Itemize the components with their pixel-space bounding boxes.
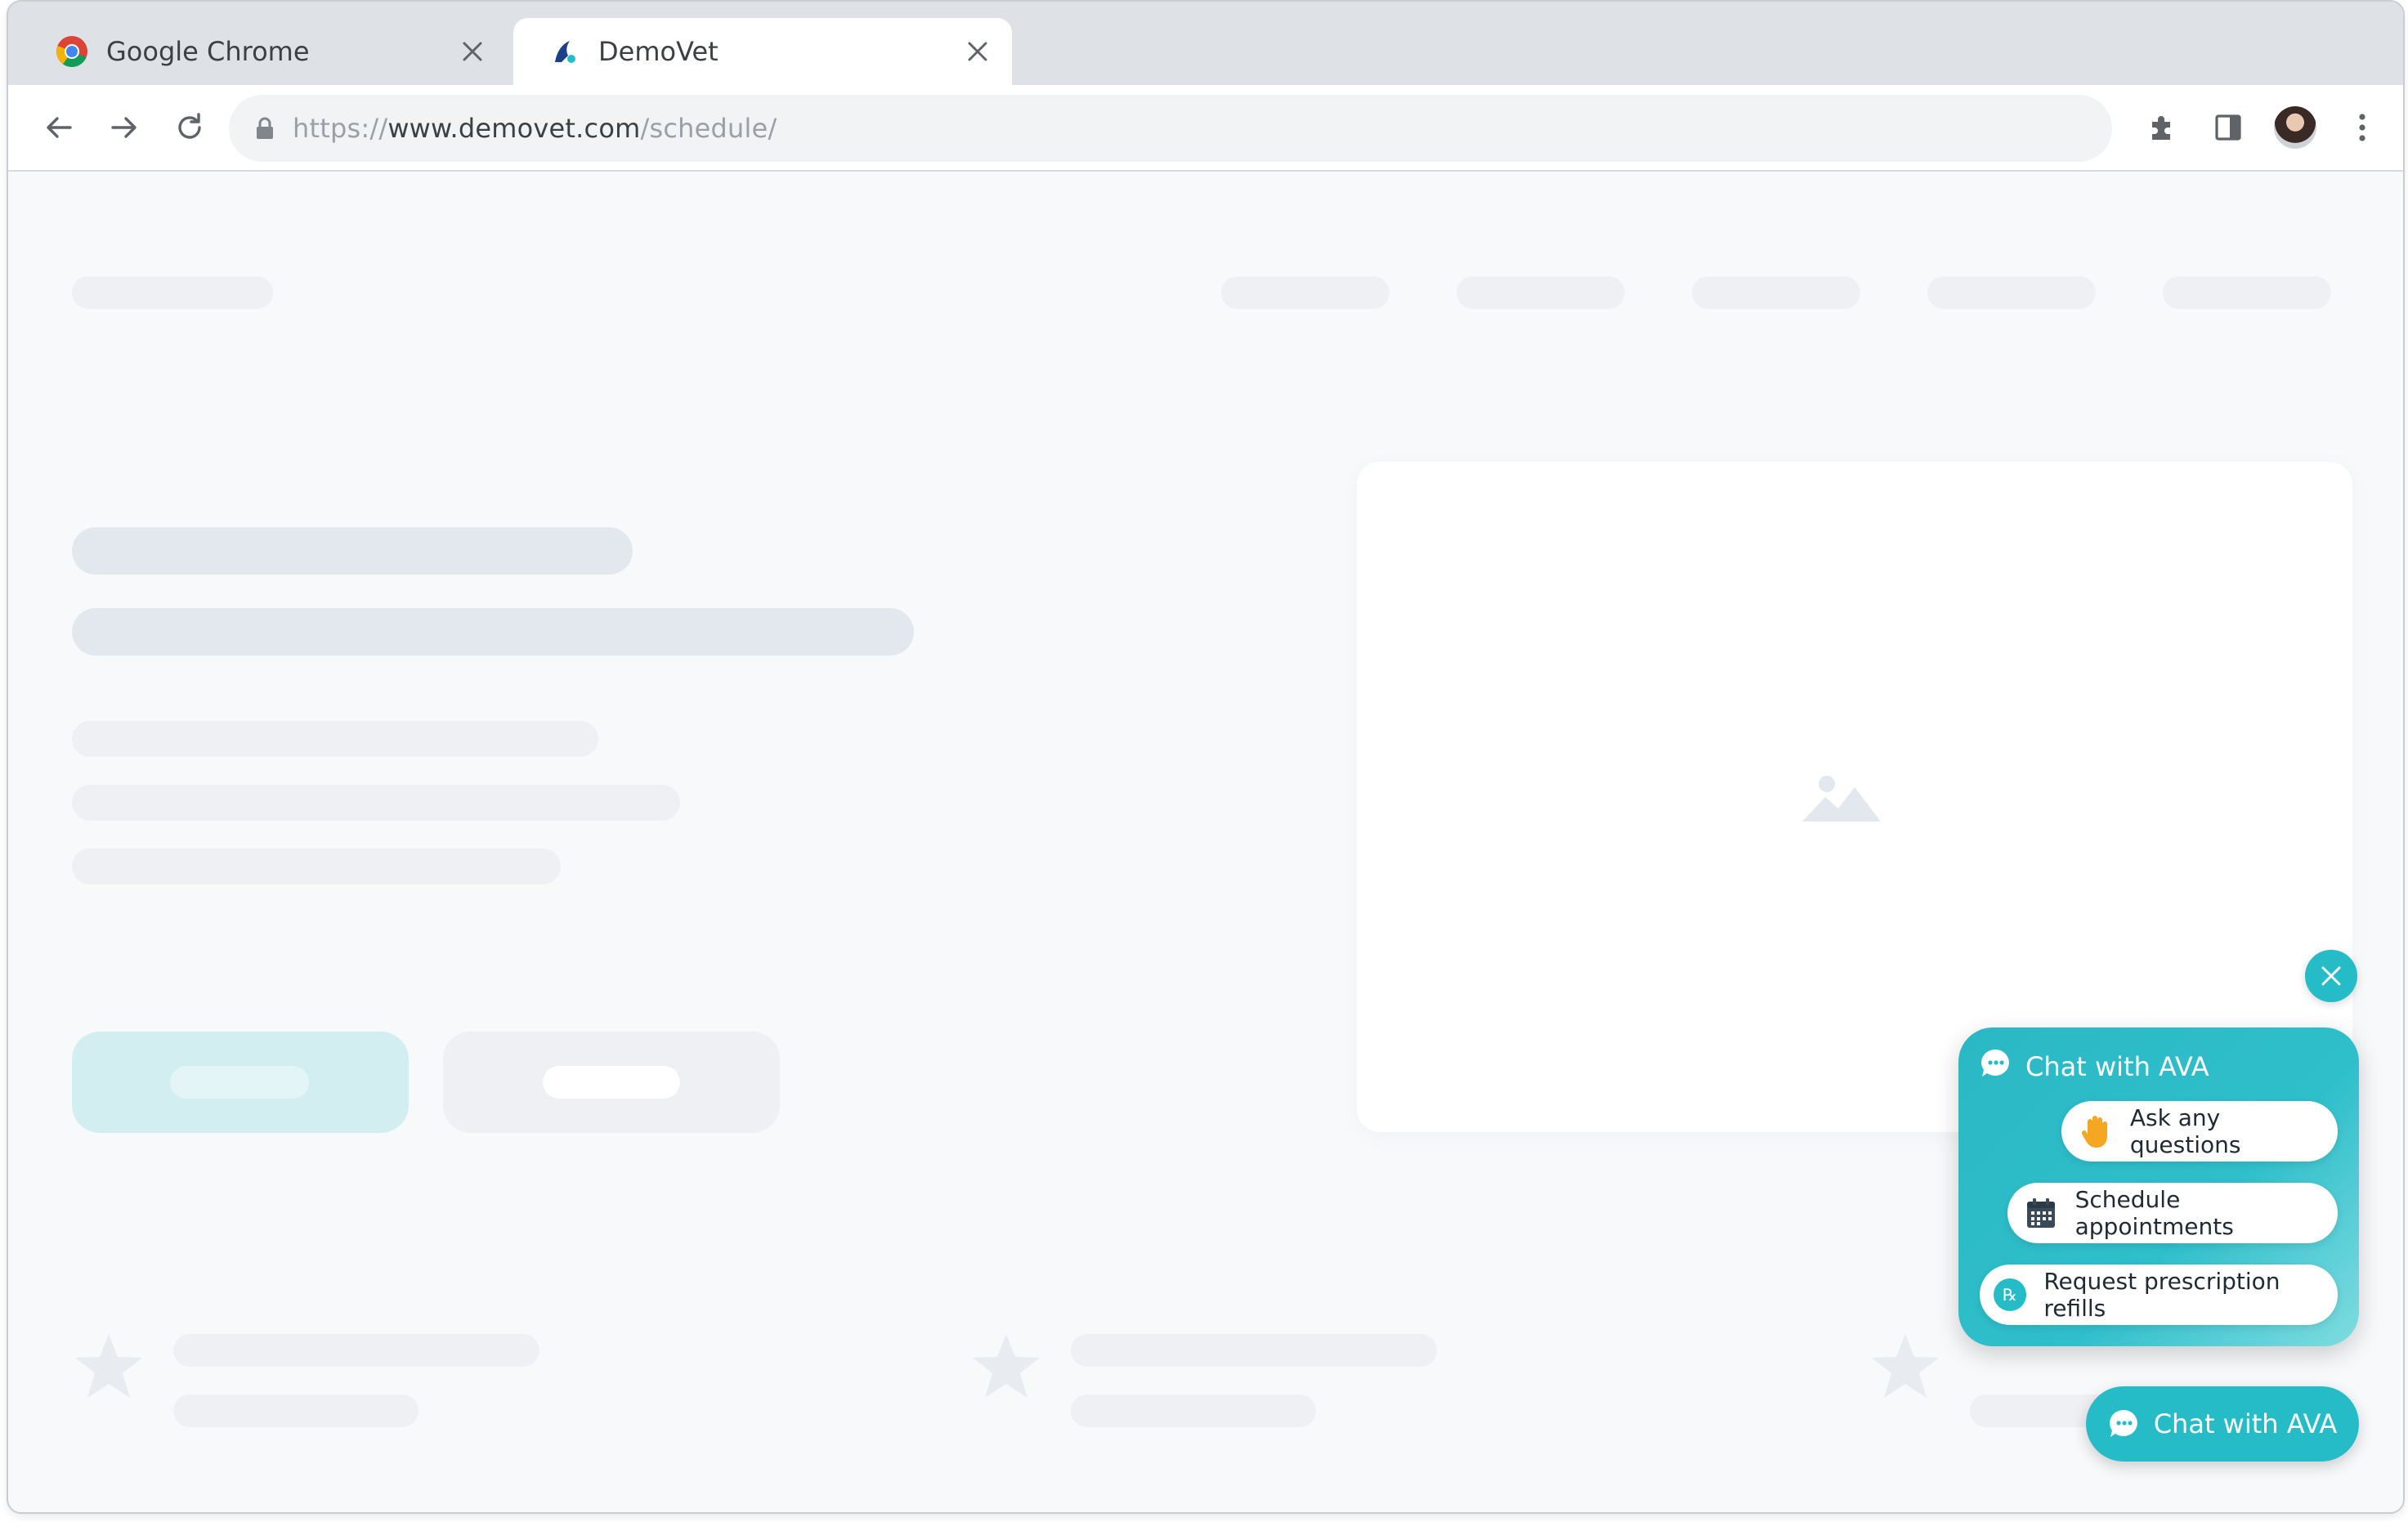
tab-title: DemoVet [598, 36, 718, 67]
raised-hand-icon [2078, 1113, 2114, 1149]
chat-options-panel: Chat with AVA Ask any questions Schedule… [1958, 1027, 2359, 1346]
avatar [2274, 106, 2316, 149]
text-placeholder [72, 721, 598, 757]
chat-option-ask-questions[interactable]: Ask any questions [2061, 1101, 2338, 1162]
tab-google-chrome[interactable]: Google Chrome [41, 18, 507, 85]
url-text: https://www.demovet.com/schedule/ [293, 113, 777, 144]
browser-toolbar: https://www.demovet.com/schedule/ [8, 85, 2403, 172]
nav-placeholder [2163, 276, 2331, 309]
more-vert-icon [2359, 114, 2365, 141]
text-placeholder [173, 1334, 539, 1367]
chat-option-label: Schedule appointments [2075, 1186, 2234, 1240]
svg-text:℞: ℞ [2003, 1285, 2017, 1305]
star-icon [75, 1334, 142, 1398]
chat-close-button[interactable] [2305, 950, 2357, 1002]
prescription-icon: ℞ [1993, 1277, 2027, 1313]
logo-placeholder [72, 276, 273, 309]
tab-strip: Google Chrome DemoVet [8, 2, 2403, 85]
reload-button[interactable] [167, 105, 213, 150]
chat-bubble-icon [1980, 1047, 2012, 1086]
address-bar[interactable]: https://www.demovet.com/schedule/ [229, 95, 2112, 162]
puzzle-icon [2152, 116, 2170, 140]
primary-button-placeholder [72, 1032, 409, 1133]
url-host: www.demovet.com [387, 113, 641, 144]
chat-option-prescription-refills[interactable]: ℞ Request prescription refills [1980, 1265, 2338, 1325]
nav-placeholder [1927, 276, 2096, 309]
calendar-icon [2024, 1195, 2059, 1231]
forward-button[interactable] [101, 105, 147, 150]
star-icon [1872, 1334, 1939, 1398]
chat-option-label: Ask any questions [2129, 1104, 2241, 1158]
chat-option-schedule-appointments[interactable]: Schedule appointments [2007, 1183, 2338, 1243]
chat-bubble-icon [2108, 1408, 2141, 1440]
browser-window: Google Chrome DemoVet https://www.demove… [7, 0, 2405, 1514]
chat-option-label: Request prescription refills [2043, 1268, 2280, 1322]
extensions-button[interactable] [2138, 105, 2184, 150]
reload-icon [178, 113, 201, 139]
text-placeholder [1071, 1334, 1437, 1367]
menu-button[interactable] [2339, 105, 2385, 150]
close-icon[interactable] [961, 35, 994, 68]
url-path: /schedule/ [640, 113, 777, 144]
heading-placeholder [72, 527, 633, 575]
chat-launcher-button[interactable]: Chat with AVA [2086, 1386, 2359, 1462]
side-panel-icon [2215, 114, 2241, 141]
chrome-logo-icon [54, 34, 90, 69]
secondary-button-placeholder [443, 1032, 780, 1133]
text-placeholder [1071, 1394, 1316, 1427]
tab-title: Google Chrome [106, 36, 310, 67]
profile-avatar-button[interactable] [2272, 105, 2318, 150]
arrow-left-icon [47, 117, 72, 138]
close-icon[interactable] [456, 35, 489, 68]
arrow-right-icon [111, 117, 137, 138]
chat-panel-header: Chat with AVA [1980, 1049, 2209, 1085]
text-placeholder [173, 1394, 418, 1427]
nav-placeholder [1457, 276, 1625, 309]
chat-launcher-label: Chat with AVA [2153, 1408, 2338, 1439]
close-icon [2321, 966, 2341, 986]
star-icon [973, 1334, 1040, 1398]
demovet-favicon-icon [546, 34, 582, 69]
lock-icon [253, 114, 276, 142]
tab-demovet[interactable]: DemoVet [513, 18, 1012, 85]
heading-placeholder [72, 608, 914, 656]
side-panel-button[interactable] [2205, 105, 2251, 150]
url-scheme: https:// [293, 113, 388, 144]
text-placeholder [72, 785, 680, 821]
chat-panel-title: Chat with AVA [2025, 1051, 2209, 1082]
nav-placeholder [1692, 276, 1860, 309]
back-button[interactable] [36, 105, 82, 150]
text-placeholder [72, 848, 561, 884]
image-icon [1802, 776, 1881, 821]
nav-placeholder [1221, 276, 1390, 309]
